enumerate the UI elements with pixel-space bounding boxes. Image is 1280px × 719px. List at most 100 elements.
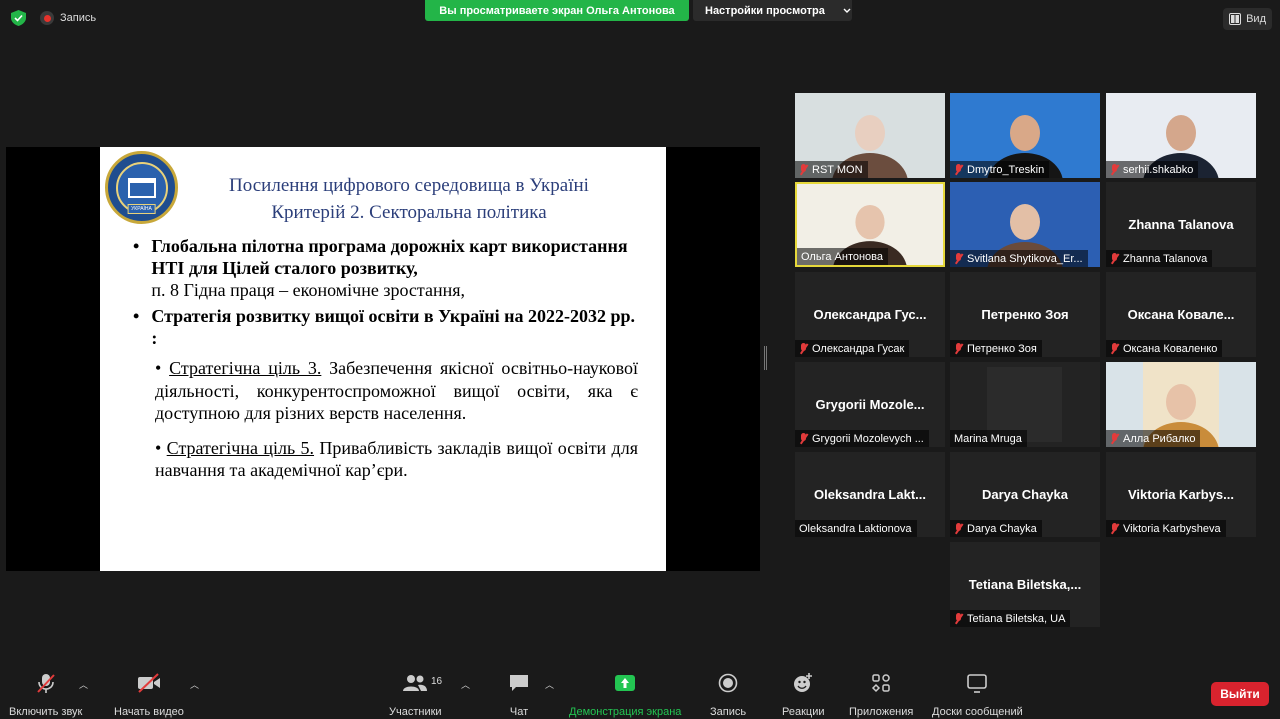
participant-tile[interactable]: Marina Mruga: [950, 362, 1100, 447]
participant-name-label: Алла Рибалко: [1106, 430, 1201, 447]
apps-label: Приложения: [849, 706, 914, 718]
participant-name-label: Tetiana Biletska, UA: [950, 610, 1071, 627]
video-options-caret[interactable]: ︿: [190, 678, 199, 691]
leave-button[interactable]: Выйти: [1211, 682, 1269, 706]
participant-tile[interactable]: Оксана Ковале... Оксана Коваленко: [1106, 272, 1256, 357]
share-screen-icon: [615, 675, 636, 691]
participant-tile[interactable]: serhii.shkabko: [1106, 93, 1256, 178]
mic-muted-icon: [1110, 253, 1119, 264]
participant-tile[interactable]: Darya Chayka Darya Chayka: [950, 452, 1100, 537]
participant-name: Darya Chayka: [967, 522, 1037, 535]
participant-name-label: RST MON: [795, 161, 868, 178]
mic-muted-icon: [954, 164, 963, 175]
security-shield-icon[interactable]: [11, 10, 26, 26]
participant-tile[interactable]: Алла Рибалко: [1106, 362, 1256, 447]
view-button[interactable]: Вид: [1223, 8, 1272, 30]
participant-name-label: Ольга Антонова: [797, 248, 889, 265]
share-screen-label: Демонстрация экрана: [569, 706, 682, 718]
smiley-plus-icon: [794, 673, 813, 692]
participant-tile[interactable]: Tetiana Biletska,... Tetiana Biletska, UA: [950, 542, 1100, 627]
participant-tile[interactable]: Dmytro_Treskin: [950, 93, 1100, 178]
record-icon: [718, 673, 738, 693]
start-video-label: Начать видео: [114, 706, 184, 718]
participant-name-label: Оксана Коваленко: [1106, 340, 1223, 357]
chevron-down-icon: [843, 8, 851, 13]
participant-tile[interactable]: Viktoria Karbys... Viktoria Karbysheva: [1106, 452, 1256, 537]
participant-tile[interactable]: RST MON: [795, 93, 945, 178]
participant-name-label: Петренко Зоя: [950, 340, 1042, 357]
participant-name: Tetiana Biletska, UA: [967, 612, 1066, 625]
participant-name-label: serhii.shkabko: [1106, 161, 1199, 178]
unmute-button[interactable]: Включить звук: [9, 672, 82, 718]
reactions-button[interactable]: Реакции: [782, 672, 825, 718]
view-options-label: Настройки просмотра: [705, 4, 825, 17]
screen-share-banner: Вы просматриваете экран Ольга Антонова: [425, 0, 689, 21]
grid-view-icon: [1229, 13, 1242, 25]
participants-options-caret[interactable]: ︿: [461, 678, 470, 691]
participant-tile[interactable]: Grygorii Mozole... Grygorii Mozolevych ..…: [795, 362, 945, 447]
participant-name: Oleksandra Laktionova: [799, 522, 912, 535]
participant-name: Алла Рибалко: [1123, 432, 1196, 445]
recording-indicator[interactable]: Запись: [40, 11, 96, 25]
participant-name: RST MON: [812, 163, 863, 176]
mic-muted-icon: [799, 164, 808, 175]
participant-name-label: Grygorii Mozolevych ...: [795, 430, 929, 447]
participants-count: 16: [431, 676, 443, 687]
shared-screen[interactable]: УКРАЇНА Посилення цифрового середовища в…: [6, 147, 760, 571]
mic-muted-icon: [799, 343, 808, 354]
slide-bullets: • Глобальна пілотна програма дорожніх ка…: [133, 235, 638, 482]
participant-tile[interactable]: Zhanna Talanova Zhanna Talanova: [1106, 182, 1256, 267]
video-off-icon: [137, 673, 160, 693]
participant-tile[interactable]: Svitlana Shytikova_Er...: [950, 182, 1100, 267]
record-dot-icon: [40, 11, 54, 25]
start-video-button[interactable]: Начать видео: [114, 672, 184, 718]
slide-title-line2: Критерій 2. Секторальна політика: [271, 201, 547, 223]
slide-title-line1: Посилення цифрового середовища в Україні: [229, 175, 589, 196]
participant-name-label: Marina Mruga: [950, 430, 1027, 447]
slide-bullet: • Стратегія розвитку вищої освіти в Укра…: [133, 305, 638, 349]
audio-options-caret[interactable]: ︿: [79, 678, 88, 691]
participant-tile[interactable]: Олександра Гус... Олександра Гусак: [795, 272, 945, 357]
panel-resize-handle[interactable]: [764, 346, 768, 370]
participant-tile[interactable]: Oleksandra Lakt... Oleksandra Laktionova: [795, 452, 945, 537]
apps-button[interactable]: Приложения: [849, 672, 913, 718]
participant-name: Marina Mruga: [954, 432, 1022, 445]
apps-icon: [872, 674, 890, 693]
zoom-meeting-window: Запись Вы просматриваете экран Ольга Ант…: [0, 0, 1280, 719]
participant-name: Петренко Зоя: [967, 342, 1037, 355]
mic-muted-icon: [954, 253, 963, 264]
slide-sub-bullet: • Стратегічна ціль 3. Забезпечення якісн…: [155, 358, 638, 423]
chat-options-caret[interactable]: ︿: [545, 678, 554, 691]
participant-name: Viktoria Karbysheva: [1123, 522, 1221, 535]
participant-tile[interactable]: Ольга Антонова: [795, 182, 945, 267]
participant-name-label: Viktoria Karbysheva: [1106, 520, 1226, 537]
bullet-dot: •: [133, 236, 140, 256]
record-button[interactable]: Запись: [710, 672, 746, 718]
view-button-label: Вид: [1246, 13, 1266, 25]
participant-name: Zhanna Talanova: [1123, 252, 1208, 265]
mic-muted-icon: [1110, 164, 1119, 175]
mic-muted-icon: [954, 343, 963, 354]
mic-muted-icon: [954, 523, 963, 534]
participant-name-label: Oleksandra Laktionova: [795, 520, 917, 537]
sub-bullet-label: Стратегічна ціль 3.: [169, 358, 322, 378]
top-bar: Запись Вы просматриваете экран Ольга Ант…: [0, 0, 1280, 36]
bullet-text: п. 8 Гідна праця – економічне зростання,: [151, 280, 466, 300]
share-screen-button[interactable]: Демонстрация экрана: [569, 672, 681, 718]
slide-title: Посилення цифрового середовища в Україні…: [194, 173, 624, 226]
logo-ribbon-text: УКРАЇНА: [127, 204, 156, 214]
participant-tile[interactable]: Петренко Зоя Петренко Зоя: [950, 272, 1100, 357]
slide-bullet: • Глобальна пілотна програма дорожніх ка…: [133, 235, 638, 301]
view-options-dropdown[interactable]: Настройки просмотра: [693, 0, 852, 21]
participants-label: Участники: [389, 706, 442, 718]
whiteboards-button[interactable]: Доски сообщений: [932, 672, 1023, 718]
presentation-slide: УКРАЇНА Посилення цифрового середовища в…: [100, 147, 666, 571]
mic-muted-icon: [1110, 433, 1119, 444]
mic-muted-icon: [954, 613, 963, 624]
chat-bubble-icon: [510, 675, 528, 691]
whiteboards-label: Доски сообщений: [932, 706, 1023, 718]
participant-name-label: Dmytro_Treskin: [950, 161, 1050, 178]
reactions-label: Реакции: [782, 706, 825, 718]
meeting-toolbar: Включить звук ︿ Начать видео ︿ Участники…: [0, 664, 1280, 719]
chat-button[interactable]: Чат: [508, 672, 530, 718]
